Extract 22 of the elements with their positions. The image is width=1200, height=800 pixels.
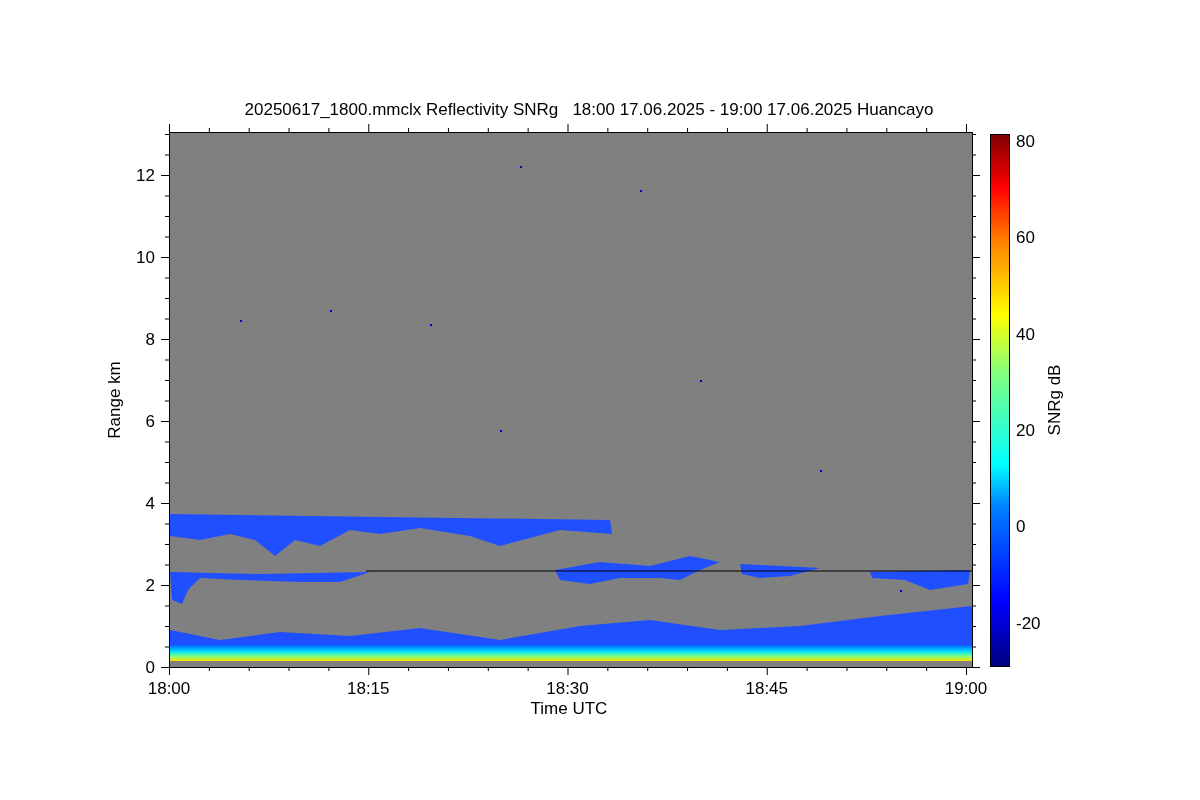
tick-label: 18:00 [147,679,191,698]
tick-label: 40 [1016,324,1035,344]
tick-label: 19:00 [944,679,988,698]
axis-label: Range km [105,361,124,439]
tick-label: 0 [145,658,155,677]
axis-label: SNRg dB [1045,364,1064,436]
tick-label: 18:30 [546,679,589,698]
tick-label: 18:15 [347,679,390,698]
tick-label: 18:45 [745,679,788,698]
tick-label: 12 [136,166,155,185]
tick-label: 20 [1016,420,1035,440]
tick-label: 80 [1016,132,1035,151]
tick-label: 2 [145,576,155,595]
tick-label: 60 [1016,228,1035,248]
tick-label: -20 [1016,613,1041,633]
tick-label: 0 [1016,517,1026,537]
chart-title: 20250617_1800.mmclx Reflectivity SNRg 18:00 17.06.2025 - 19:00 17.06.2025 Huancayo [244,100,934,119]
tick-label: 6 [145,412,155,431]
tick-label: 4 [145,494,155,513]
axis-label: Time UTC [530,699,608,718]
tick-label: 8 [145,330,155,349]
tick-label: 10 [136,248,155,267]
